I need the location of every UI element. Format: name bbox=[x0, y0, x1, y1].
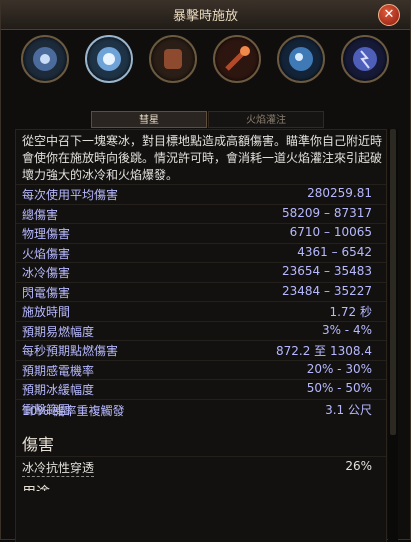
stat-value: 3.1 公尺 bbox=[325, 402, 372, 417]
skill-icon-row bbox=[1, 31, 410, 93]
stat-label: 預期感電機率 bbox=[22, 363, 95, 378]
skill-slot-2-selected[interactable] bbox=[85, 35, 133, 83]
skill-slot-3[interactable] bbox=[149, 35, 197, 83]
tab-fire-infusion[interactable]: 火焰灌注 bbox=[208, 111, 324, 128]
stat-label: 預期冰緩幅度 bbox=[22, 383, 95, 397]
frost-orb-icon bbox=[289, 47, 313, 71]
stat-value: 4361 – 6542 bbox=[297, 244, 372, 259]
stat-row: 預期感電機率 20% - 30% bbox=[16, 359, 386, 380]
stat-label: 閃電傷害 bbox=[22, 285, 71, 300]
skill-tooltip-window: 暴擊時施放 ✕ 彗星 火焰灌注 從空中召下一塊寒冰，對目標地點造成高額傷害。瞄準… bbox=[0, 0, 411, 542]
skill-slot-4[interactable] bbox=[213, 35, 261, 83]
stat-label: 每秒預期點燃傷害 bbox=[22, 344, 119, 358]
stat-value: 6710 – 10065 bbox=[289, 225, 372, 239]
chest-armor-icon bbox=[164, 49, 182, 69]
section-title-partial: 用途 bbox=[22, 482, 50, 491]
damage-row: 冰冷抗性穿透 26% bbox=[16, 456, 386, 477]
tab-comet[interactable]: 彗星 bbox=[91, 111, 207, 128]
stat-label: 冰冷傷害 bbox=[22, 266, 71, 280]
damage-label: 冰冷抗性穿透 bbox=[22, 461, 95, 477]
proc-chance-text: 10% 機率重複觸發 bbox=[22, 404, 125, 418]
stat-row: 預期易燃幅度 3% - 4% bbox=[16, 320, 386, 341]
stat-label: 每次使用平均傷害 bbox=[22, 188, 119, 202]
skill-details-panel: 從空中召下一塊寒冰，對目標地點造成高額傷害。瞄準你自己附近時會使你在施放時向後跳… bbox=[15, 129, 387, 542]
stat-value: 23654 – 35483 bbox=[282, 264, 372, 278]
stat-value: 50% - 50% bbox=[306, 381, 372, 395]
tab-bar: 彗星 火焰灌注 bbox=[1, 111, 410, 129]
stat-row: 每次使用平均傷害 280259.81 bbox=[16, 184, 386, 204]
damage-value: 26% bbox=[345, 459, 372, 473]
stat-row: 總傷害 58209 – 87317 bbox=[16, 203, 386, 224]
title-bar: 暴擊時施放 ✕ bbox=[1, 1, 410, 30]
fire-wand-icon bbox=[225, 46, 250, 71]
stat-row: 每秒預期點燃傷害 872.2 至 1308.4 bbox=[16, 340, 386, 360]
stat-value: 20% - 30% bbox=[306, 361, 372, 376]
stat-label: 施放時間 bbox=[22, 305, 71, 319]
stat-label: 預期易燃幅度 bbox=[22, 324, 95, 339]
stat-value: 3% - 4% bbox=[321, 322, 372, 337]
stat-value: 872.2 至 1308.4 bbox=[276, 344, 372, 358]
section-title-damage: 傷害 bbox=[22, 435, 55, 454]
skill-slot-5[interactable] bbox=[277, 35, 325, 83]
stat-label: 火焰傷害 bbox=[22, 246, 71, 261]
window-title: 暴擊時施放 bbox=[172, 9, 238, 24]
stat-value: 23484 – 35227 bbox=[282, 283, 372, 298]
stat-value: 58209 – 87317 bbox=[282, 205, 372, 220]
ice-nova-icon bbox=[33, 47, 57, 71]
stat-label: 總傷害 bbox=[22, 207, 59, 222]
stat-row: 施放時間 1.72 秒 bbox=[16, 301, 386, 321]
skill-slot-1[interactable] bbox=[21, 35, 69, 83]
stat-list: 每次使用平均傷害 280259.81 總傷害 58209 – 87317 物理傷害 6… bbox=[16, 184, 386, 418]
stat-row: 閃電傷害 23484 – 35227 bbox=[16, 281, 386, 302]
stat-value: 280259.81 bbox=[307, 186, 372, 200]
scrollbar[interactable] bbox=[388, 129, 398, 541]
stat-value: 1.72 秒 bbox=[329, 305, 372, 319]
scrollbar-thumb[interactable] bbox=[390, 129, 396, 435]
close-icon[interactable]: ✕ bbox=[378, 4, 400, 26]
skill-description: 從空中召下一塊寒冰，對目標地點造成高額傷害。瞄準你自己附近時會使你在施放時向後跳… bbox=[22, 134, 383, 182]
stat-row: 火焰傷害 4361 – 6542 bbox=[16, 242, 386, 263]
meteor-ice-icon bbox=[97, 47, 121, 71]
lightning-orb-icon bbox=[353, 47, 377, 71]
skill-slot-6[interactable] bbox=[341, 35, 389, 83]
stat-row: 物理傷害 6710 – 10065 bbox=[16, 223, 386, 243]
stat-label: 物理傷害 bbox=[22, 227, 71, 241]
stat-row: 預期冰緩幅度 50% - 50% bbox=[16, 379, 386, 399]
stat-row: 冰冷傷害 23654 – 35483 bbox=[16, 262, 386, 282]
